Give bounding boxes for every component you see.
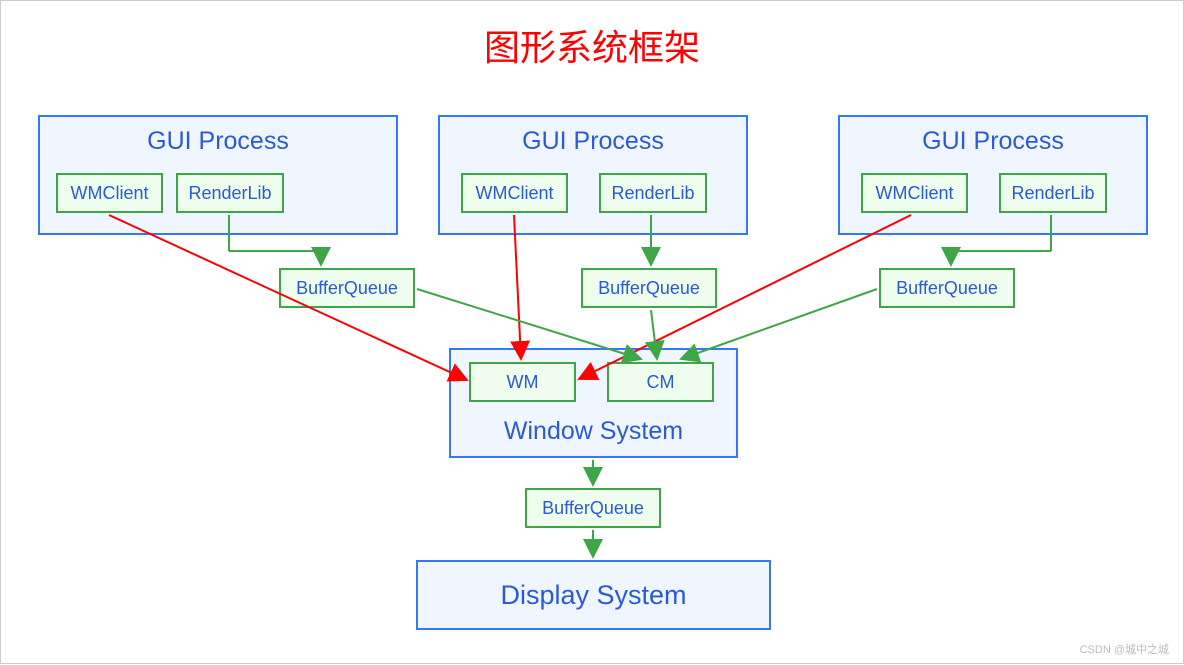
bufferqueue-1: BufferQueue (279, 268, 415, 308)
bufferqueue-label: BufferQueue (527, 490, 659, 526)
gui-process-label: GUI Process (840, 127, 1146, 156)
renderlib-label: RenderLib (601, 175, 705, 211)
cm-label: CM (609, 364, 712, 400)
wmclient-2: WMClient (461, 173, 568, 213)
window-system-label: Window System (451, 417, 736, 446)
bufferqueue-3: BufferQueue (879, 268, 1015, 308)
wmclient-label: WMClient (863, 175, 966, 211)
bufferqueue-label: BufferQueue (583, 270, 715, 306)
renderlib-label: RenderLib (1001, 175, 1105, 211)
bufferqueue-ws: BufferQueue (525, 488, 661, 528)
diagram-title: 图形系统框架 (1, 19, 1183, 71)
renderlib-1: RenderLib (176, 173, 284, 213)
bufferqueue-2: BufferQueue (581, 268, 717, 308)
cm-box: CM (607, 362, 714, 402)
wmclient-3: WMClient (861, 173, 968, 213)
gui-process-label: GUI Process (440, 127, 746, 156)
display-system-label: Display System (418, 562, 769, 628)
wm-label: WM (471, 364, 574, 400)
wmclient-1: WMClient (56, 173, 163, 213)
bufferqueue-label: BufferQueue (281, 270, 413, 306)
wmclient-label: WMClient (463, 175, 566, 211)
display-system: Display System (416, 560, 771, 630)
renderlib-3: RenderLib (999, 173, 1107, 213)
wmclient-label: WMClient (58, 175, 161, 211)
watermark: CSDN @城中之城 (1080, 641, 1169, 657)
renderlib-2: RenderLib (599, 173, 707, 213)
gui-process-label: GUI Process (40, 127, 396, 156)
diagram-canvas: 图形系统框架 GUI Process WMClient RenderLib GU… (0, 0, 1184, 664)
wm-box: WM (469, 362, 576, 402)
bufferqueue-label: BufferQueue (881, 270, 1013, 306)
renderlib-label: RenderLib (178, 175, 282, 211)
